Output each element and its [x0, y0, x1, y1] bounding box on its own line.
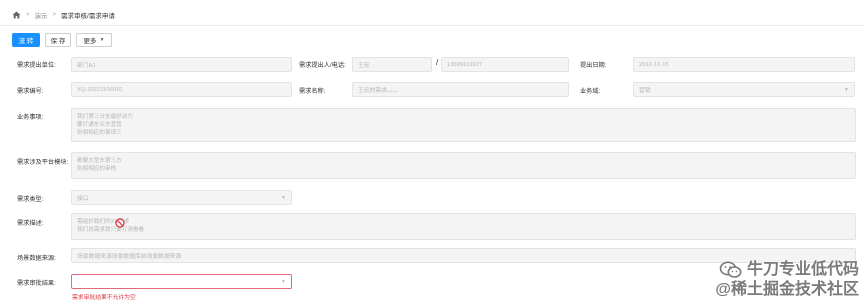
domain-select-value: 营销 [639, 88, 651, 94]
breadcrumb: > 演示 > 需求审核/需求申请 [12, 9, 115, 21]
date-label: 提出日期: [580, 62, 607, 69]
desc-label: 需求描述: [17, 220, 44, 227]
type-label: 需求类型: [17, 196, 44, 203]
chevron-down-icon: ▼ [281, 194, 286, 201]
chevron-down-icon: ▼ [281, 278, 286, 285]
wechat-icon [719, 261, 743, 279]
date-field[interactable]: 2012-12-15 [633, 57, 855, 72]
watermark-line2: @稀土掘金技术社区 [715, 281, 859, 298]
business-line: 我们第三分支最好动力 [77, 114, 133, 120]
save-button[interactable]: 保 存 [45, 33, 71, 47]
home-icon[interactable] [12, 11, 21, 19]
watermark: 牛刀专业低代码 @稀土掘金技术社区 [644, 256, 859, 304]
platform-line: 则相相应的审核 [77, 166, 117, 173]
more-button-label: 更多 [83, 38, 97, 45]
result-select[interactable]: ▼ [71, 274, 292, 289]
breadcrumb-item-current: 需求审核/需求申请 [61, 13, 115, 20]
desc-line: 需结抄我们的XX需求 [77, 219, 130, 225]
platform-label: 需求涉及平台模块: [17, 159, 69, 166]
dept-label: 需求提出单位: [17, 62, 56, 69]
result-label: 需求审批结果: [17, 280, 56, 287]
code-label: 需求编号: [17, 88, 44, 95]
toolbar: 流 转 保 存 更多 ▼ [12, 33, 112, 47]
code-field[interactable]: XQ-20221106010 [71, 82, 292, 97]
name-label: 需求名称: [299, 88, 326, 95]
domain-label: 业务域: [580, 88, 601, 95]
not-allowed-icon [115, 218, 125, 230]
chevron-down-icon: ▼ [99, 37, 105, 43]
breadcrumb-item-demo[interactable]: 演示 [35, 10, 48, 20]
business-textarea[interactable]: 我们第三分支最好动力 要打通东天东营营 则相相应的事项三 [71, 108, 856, 142]
desc-line: 我们说需求我只要打测看看 [77, 227, 145, 234]
proposer-name-field[interactable]: 王宏 [352, 57, 432, 72]
breadcrumb-separator: > [26, 12, 30, 18]
desc-textarea[interactable]: 需结抄我们的XX需求 我们说需求我只要打测看看 [71, 213, 856, 240]
more-button[interactable]: 更多 ▼ [76, 33, 112, 47]
breadcrumb-separator: > [52, 12, 57, 18]
platform-line: 都要大型东第三方 [77, 158, 122, 164]
source-label: 场景数据来源: [17, 255, 56, 262]
name-field[interactable]: 王宏的需求。。。。 [352, 82, 569, 97]
proposer-separator: / [436, 58, 439, 67]
type-select-value: 接口 [77, 196, 89, 202]
domain-select[interactable]: 营销 ▼ [633, 82, 855, 97]
proposer-phone-field[interactable]: 13699119927 [441, 57, 569, 72]
proposer-label: 需求提出人/电话: [299, 62, 346, 69]
dept-field[interactable]: 部门A1 [71, 57, 292, 72]
business-line: 要打通东天东营营 [77, 122, 122, 129]
submit-button[interactable]: 流 转 [12, 33, 40, 47]
watermark-line1: 牛刀专业低代码 [746, 261, 859, 278]
header-divider [0, 25, 865, 26]
platform-textarea[interactable]: 都要大型东第三方 则相相应的审核 [71, 152, 856, 179]
business-label: 业务事项: [17, 114, 44, 121]
type-select[interactable]: 接口 ▼ [71, 190, 292, 205]
result-error-message: 需求审批结果不允许为空 [72, 295, 136, 301]
business-line: 则相相应的事项三 [77, 130, 122, 137]
chevron-down-icon: ▼ [844, 86, 849, 93]
